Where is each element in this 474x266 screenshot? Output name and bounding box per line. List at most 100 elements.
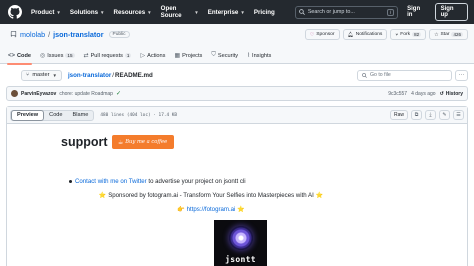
branch-name: master <box>32 72 50 78</box>
go-to-file-placeholder: Go to file <box>370 72 391 78</box>
latest-commit: ParvinEyvazov chore: update Roadmap ✓ 9c… <box>6 86 468 101</box>
branch-icon: ⑂ <box>26 72 30 78</box>
global-header: Product ▼ Solutions ▼ Resources ▼ Open Sour… <box>0 0 474 24</box>
commit-age: 4 days ago <box>411 90 436 97</box>
issue-icon: ◎ <box>40 53 46 59</box>
nav-resources[interactable]: Resources ▼ <box>114 9 152 16</box>
more-options-button[interactable]: ··· <box>455 69 468 81</box>
edit-icon[interactable]: ✎ <box>439 110 450 120</box>
check-icon[interactable]: ✓ <box>116 90 121 97</box>
sponsor-link-line: 👉 https://fotogram.ai ⭐ <box>7 206 467 213</box>
bullet-icon <box>69 180 72 183</box>
repo-actions: ♡ Sponsor 🔔︎ Notifications ⑂ Fork 82 ☆ Star 42… <box>304 29 468 40</box>
github-logo-icon[interactable] <box>8 5 22 19</box>
nav-solutions[interactable]: Solutions ▼ <box>70 9 105 16</box>
chevron-down-icon: ▼ <box>100 9 105 15</box>
breadcrumb-repo-link[interactable]: json-translator <box>68 72 111 79</box>
star-button[interactable]: ☆ Star 426 <box>429 29 468 40</box>
commit-message-link[interactable]: chore: update Roadmap <box>59 91 113 97</box>
blame-tab[interactable]: Blame <box>68 111 94 120</box>
coffee-cup-icon: ☕︎ <box>117 138 124 146</box>
notifications-label: Notifications <box>355 32 383 37</box>
view-toggle: Preview Code Blame <box>10 109 95 121</box>
sponsor-line: ⭐ Sponsored by fotogram.ai - Transform Y… <box>98 192 324 199</box>
sponsor-label: Sponsor <box>316 32 335 37</box>
commit-author-link[interactable]: ParvinEyvazov <box>21 91 56 97</box>
logo-text: jsontt <box>225 255 256 264</box>
chevron-down-icon: ▼ <box>194 9 199 15</box>
file-viewer: Preview Code Blame 480 lines (404 loc) ·… <box>6 106 468 266</box>
preview-tab[interactable]: Preview <box>11 109 45 121</box>
fork-button[interactable]: ⑂ Fork 82 <box>390 29 427 40</box>
chevron-down-icon: ▼ <box>147 9 152 15</box>
tab-security[interactable]: ⛉ Security <box>211 47 238 64</box>
global-search-input[interactable]: Search or jump to... / <box>294 5 399 19</box>
tab-projects-label: Projects <box>182 52 203 59</box>
sign-up-button[interactable]: Sign up <box>434 3 468 21</box>
tab-pull-requests[interactable]: ⇄ Pull requests 1 <box>84 47 132 64</box>
repo-header: mololab / json-translator Public ♡ Sponso… <box>0 24 474 65</box>
tab-pull-requests-count: 1 <box>124 53 132 58</box>
search-shortcut-key: / <box>386 8 395 16</box>
buy-me-a-coffee-label: Buy me a coffee <box>125 139 168 145</box>
tab-pull-requests-label: Pull requests <box>90 52 123 59</box>
copy-icon[interactable]: ⧉ <box>411 110 422 120</box>
nav-open-source-label: Open Source <box>160 5 182 19</box>
search-icon <box>299 9 305 15</box>
contact-rest-text: to advertise your project on jsontt cli <box>146 178 246 185</box>
fork-label: Fork <box>400 32 411 37</box>
file-navigation: ⑂ master ▼ json-translator / README.md G… <box>21 69 468 81</box>
sponsor-button[interactable]: ♡ Sponsor <box>304 29 340 40</box>
nav-enterprise[interactable]: Enterprise ▼ <box>208 9 245 16</box>
nav-links: Product ▼ Solutions ▼ Resources ▼ Open Sour… <box>31 5 275 19</box>
commit-meta: 9c3c557 4 days ago ↺ History <box>388 91 463 97</box>
repo-name-link[interactable]: json-translator <box>53 30 103 39</box>
search-icon <box>362 72 367 78</box>
nav-open-source[interactable]: Open Source ▼ <box>161 5 199 19</box>
nav-resources-label: Resources <box>113 8 146 16</box>
repo-icon <box>10 31 17 38</box>
list-item: Contact with me on Twitter to advertise … <box>69 178 246 185</box>
download-icon[interactable]: ⤓ <box>425 110 436 120</box>
nav-pricing[interactable]: Pricing <box>254 9 275 16</box>
tab-projects[interactable]: ▦ Projects <box>174 47 202 64</box>
play-icon: ▷ <box>140 53 146 59</box>
tab-issues-label: Issues <box>47 52 64 59</box>
breadcrumb-separator: / <box>112 71 114 79</box>
nav-pricing-label: Pricing <box>253 8 275 16</box>
visibility-badge: Public <box>108 31 130 38</box>
history-label: History <box>445 90 463 97</box>
commit-hash-link[interactable]: 9c3c557 <box>388 91 407 97</box>
code-icon: <> <box>8 52 16 59</box>
go-to-file-input[interactable]: Go to file <box>357 69 452 81</box>
raw-button[interactable]: Raw <box>389 110 408 120</box>
fork-count: 82 <box>412 32 422 37</box>
outline-icon[interactable]: ☰ <box>453 110 464 120</box>
sign-in-link[interactable]: Sign in <box>407 6 426 18</box>
repo-owner-link[interactable]: mololab <box>20 30 45 39</box>
avatar[interactable] <box>11 90 18 97</box>
tab-insights-label: Insights <box>252 52 272 59</box>
graph-icon: ⌇ <box>247 53 251 59</box>
history-button[interactable]: ↺ History <box>440 91 463 97</box>
jsontt-logo-image[interactable]: jsontt <box>214 220 267 266</box>
tab-actions[interactable]: ▷ Actions <box>140 47 165 64</box>
fotogram-link[interactable]: https://fotogram.ai <box>187 206 236 213</box>
tab-issues[interactable]: ◎ Issues 15 <box>40 47 75 64</box>
tab-insights[interactable]: ⌇ Insights <box>247 47 271 64</box>
readme-heading: support ☕︎ Buy me a coffee <box>61 135 174 149</box>
branch-select-button[interactable]: ⑂ master ▼ <box>21 69 62 81</box>
notifications-button[interactable]: 🔔︎ Notifications <box>342 29 388 40</box>
star-icon: ☆ <box>434 32 439 38</box>
repo-title: mololab / json-translator Public <box>10 30 130 39</box>
search-placeholder: Search or jump to... <box>307 9 355 15</box>
buy-me-a-coffee-button[interactable]: ☕︎ Buy me a coffee <box>111 135 174 149</box>
tab-security-label: Security <box>217 52 239 59</box>
nav-product[interactable]: Product ▼ <box>31 9 61 16</box>
code-tab[interactable]: Code <box>44 111 67 120</box>
sponsor-link-suffix: ⭐ <box>235 206 245 213</box>
tab-issues-count: 15 <box>65 53 75 58</box>
kebab-horizontal-icon: ··· <box>458 72 465 78</box>
tab-code[interactable]: <> Code <box>7 47 32 65</box>
twitter-contact-link[interactable]: Contact with me on Twitter <box>75 178 147 185</box>
